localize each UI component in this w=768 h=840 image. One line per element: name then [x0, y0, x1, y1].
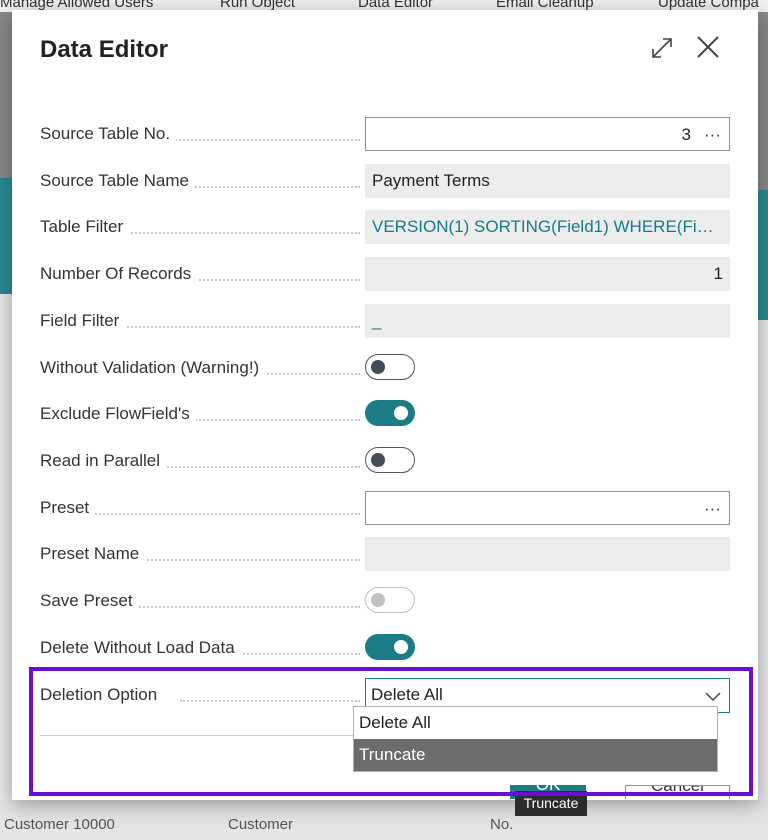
field-label: Table Filter	[40, 217, 130, 237]
cancel-button[interactable]: Cancel	[625, 785, 730, 799]
toggle-knob	[394, 640, 408, 654]
field-label: Deletion Option	[40, 685, 164, 705]
field-row-preset-name: Preset Name	[40, 537, 730, 571]
field-row-source-table-name: Source Table Name Payment Terms	[40, 164, 730, 198]
toggle-knob	[394, 406, 408, 420]
background-tile	[0, 178, 12, 294]
cancel-button-label: Cancel	[651, 785, 704, 795]
bg-cell: Customer 10000	[4, 816, 115, 833]
select-value: Delete All	[371, 685, 443, 704]
field-label: Save Preset	[40, 591, 139, 611]
field-row-save-preset: Save Preset	[40, 584, 730, 618]
field-label: Source Table Name	[40, 171, 195, 191]
field-row-field-filter: Field Filter _	[40, 304, 730, 338]
toggle-knob	[371, 593, 385, 607]
close-icon[interactable]	[695, 34, 721, 60]
field-label: Read in Parallel	[40, 451, 167, 471]
field-label: Preset	[40, 498, 96, 518]
field-row-read-in-parallel: Read in Parallel	[40, 444, 730, 478]
chevron-down-icon	[705, 692, 721, 702]
field-value: 3	[681, 125, 691, 144]
field-label: Exclude FlowField's	[40, 404, 196, 424]
field-row-source-table-no: Source Table No. 3 ···	[40, 117, 730, 151]
toggle-knob	[371, 360, 385, 374]
without-validation-toggle[interactable]	[365, 354, 415, 380]
dialog-title: Data Editor	[40, 36, 169, 63]
expand-icon[interactable]	[650, 36, 674, 60]
number-of-records-value: 1	[365, 257, 730, 291]
source-table-name-value: Payment Terms	[365, 164, 730, 198]
table-filter-link[interactable]: VERSION(1) SORTING(Field1) WHERE(Field1.…	[365, 210, 730, 244]
dropdown-option-truncate[interactable]: Truncate	[354, 739, 717, 771]
field-row-number-of-records: Number Of Records 1	[40, 257, 730, 291]
source-table-no-input[interactable]: 3 ···	[365, 117, 730, 151]
dotted-leader	[180, 700, 360, 702]
delete-without-load-data-toggle[interactable]	[365, 634, 415, 660]
background-list-row: Customer 10000 Customer No.	[0, 800, 768, 840]
read-in-parallel-toggle[interactable]	[365, 447, 415, 473]
field-label: Field Filter	[40, 311, 126, 331]
field-row-table-filter: Table Filter VERSION(1) SORTING(Field1) …	[40, 210, 730, 244]
bg-cell: No.	[490, 816, 514, 833]
preset-name-value	[365, 537, 730, 571]
background-list	[0, 294, 12, 840]
dropdown-option-delete-all[interactable]: Delete All	[354, 707, 717, 739]
field-label: Delete Without Load Data	[40, 638, 241, 658]
preset-input[interactable]: ···	[365, 491, 730, 525]
lookup-ellipsis-button[interactable]: ···	[704, 492, 721, 524]
field-row-exclude-flowfields: Exclude FlowField's	[40, 397, 730, 431]
field-label: Number Of Records	[40, 264, 198, 284]
footer-separator	[40, 735, 370, 736]
field-row-without-validation: Without Validation (Warning!)	[40, 351, 730, 385]
lookup-ellipsis-button[interactable]: ···	[704, 118, 721, 150]
field-label: Preset Name	[40, 544, 146, 564]
data-editor-dialog: Data Editor Source Table No. 3 ··· Sourc…	[12, 10, 758, 800]
exclude-flowfields-toggle[interactable]	[365, 400, 415, 426]
field-label: Source Table No.	[40, 124, 177, 144]
tooltip: Truncate	[515, 791, 587, 816]
field-row-preset: Preset ···	[40, 491, 730, 525]
toggle-knob	[371, 453, 385, 467]
field-label: Without Validation (Warning!)	[40, 358, 266, 378]
bg-cell: Customer	[228, 816, 294, 833]
field-row-delete-without-load-data: Delete Without Load Data	[40, 631, 730, 665]
save-preset-toggle	[365, 587, 415, 613]
deletion-option-dropdown: Delete All Truncate	[353, 706, 718, 772]
field-filter-link[interactable]: _	[365, 304, 730, 338]
